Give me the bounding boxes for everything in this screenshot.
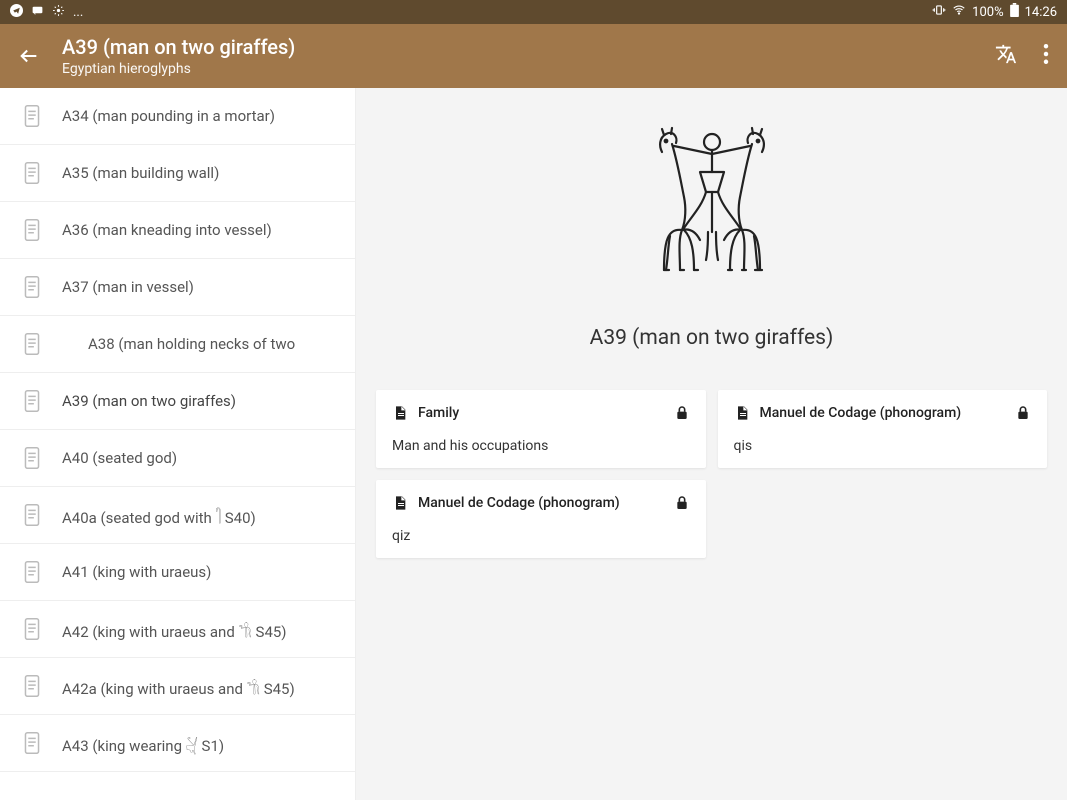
card-header: Family [392,404,690,422]
sidebar-item-label: A34 (man pounding in a mortar) [62,107,275,125]
sidebar-item-label: A38 (man holding necks of two [62,335,295,353]
a40a-glyph-icon [18,501,46,529]
document-icon [734,404,750,422]
statusbar: ... 100% 14:26 [0,0,1067,24]
sidebar-item-a36[interactable]: A36 (man kneading into vessel) [0,202,355,259]
sidebar-item-a41[interactable]: A41 (king with uraeus) [0,544,355,601]
card-header: Manuel de Codage (phonogram) [392,494,690,512]
card-title: Family [418,405,459,421]
sidebar-item-a39[interactable]: A39 (man on two giraffes) [0,373,355,430]
a35-glyph-icon [18,159,46,187]
cards-container: Family Man and his occupations Manuel de C… [376,390,1047,558]
back-button[interactable] [18,45,40,67]
a43-glyph-icon [18,729,46,757]
card-body: Man and his occupations [392,438,690,454]
a36-glyph-icon [18,216,46,244]
sidebar-item-label: A36 (man kneading into vessel) [62,221,272,239]
a41-glyph-icon [18,558,46,586]
sidebar-item-a34[interactable]: A34 (man pounding in a mortar) [0,88,355,145]
battery-text: 100% [972,5,1003,20]
page-subtitle: Egyptian hieroglyphs [62,61,995,77]
sidebar-item-a43[interactable]: A43 (king wearing 𓋔 S1) [0,715,355,772]
document-icon [392,404,408,422]
info-card[interactable]: Manuel de Codage (phonogram) qis [718,390,1048,468]
lock-icon [674,494,690,512]
content-area: A34 (man pounding in a mortar) A35 (man b… [0,88,1067,800]
sidebar-item-a35[interactable]: A35 (man building wall) [0,145,355,202]
lock-icon [1015,404,1031,422]
card-body: qis [734,438,1032,454]
info-card[interactable]: Family Man and his occupations [376,390,706,468]
sidebar-list[interactable]: A34 (man pounding in a mortar) A35 (man b… [0,88,356,800]
card-title: Manuel de Codage (phonogram) [418,495,620,511]
card-title: Manuel de Codage (phonogram) [760,405,962,421]
glyph-hero-image [622,122,802,282]
page-title: A39 (man on two giraffes) [62,35,995,59]
translate-button[interactable] [995,43,1017,69]
sidebar-item-a42[interactable]: A42 (king with uraeus and 𓌌 S45) [0,601,355,658]
vibrate-icon [932,3,946,21]
battery-icon [1010,3,1019,21]
appbar: A39 (man on two giraffes) Egyptian hiero… [0,24,1067,88]
clock-text: 14:26 [1025,5,1057,20]
sidebar-item-a40a[interactable]: A40a (seated god with 𓋿 S40) [0,487,355,544]
overflow-menu-button[interactable] [1043,44,1049,68]
document-icon [392,494,408,512]
a42-glyph-icon [18,615,46,643]
sidebar-item-a37[interactable]: A37 (man in vessel) [0,259,355,316]
sidebar-item-a42a[interactable]: A42a (king with uraeus and 𓌌 S45) [0,658,355,715]
a38-glyph-icon [18,330,46,358]
card-body: qiz [392,528,690,544]
sidebar-item-label: A40 (seated god) [62,449,177,467]
sms-icon [31,4,44,21]
a42a-glyph-icon [18,672,46,700]
sidebar-item-label: A41 (king with uraeus) [62,563,211,581]
detail-title: A39 (man on two giraffes) [590,326,834,350]
statusbar-more: ... [73,5,83,20]
lock-icon [674,404,690,422]
sidebar-item-label: A35 (man building wall) [62,164,219,182]
a37-glyph-icon [18,273,46,301]
sidebar-item-label: A39 (man on two giraffes) [62,392,236,410]
a40-glyph-icon [18,444,46,472]
detail-panel: A39 (man on two giraffes) Family Man and … [356,88,1067,800]
card-header: Manuel de Codage (phonogram) [734,404,1032,422]
sidebar-item-a40[interactable]: A40 (seated god) [0,430,355,487]
sidebar-item-label: A43 (king wearing 𓋔 S1) [62,731,224,756]
settings-icon [52,4,65,21]
sidebar-item-label: A42a (king with uraeus and 𓌌 S45) [62,674,295,699]
a34-glyph-icon [18,102,46,130]
sidebar-item-label: A40a (seated god with 𓋿 S40) [62,503,256,528]
sidebar-item-label: A42 (king with uraeus and 𓌌 S45) [62,617,287,642]
wifi-icon [952,3,966,21]
info-card[interactable]: Manuel de Codage (phonogram) qiz [376,480,706,558]
a39-glyph-icon [18,387,46,415]
sidebar-item-a38[interactable]: A38 (man holding necks of two [0,316,355,373]
sidebar-item-label: A37 (man in vessel) [62,278,194,296]
telegram-icon [10,4,23,21]
